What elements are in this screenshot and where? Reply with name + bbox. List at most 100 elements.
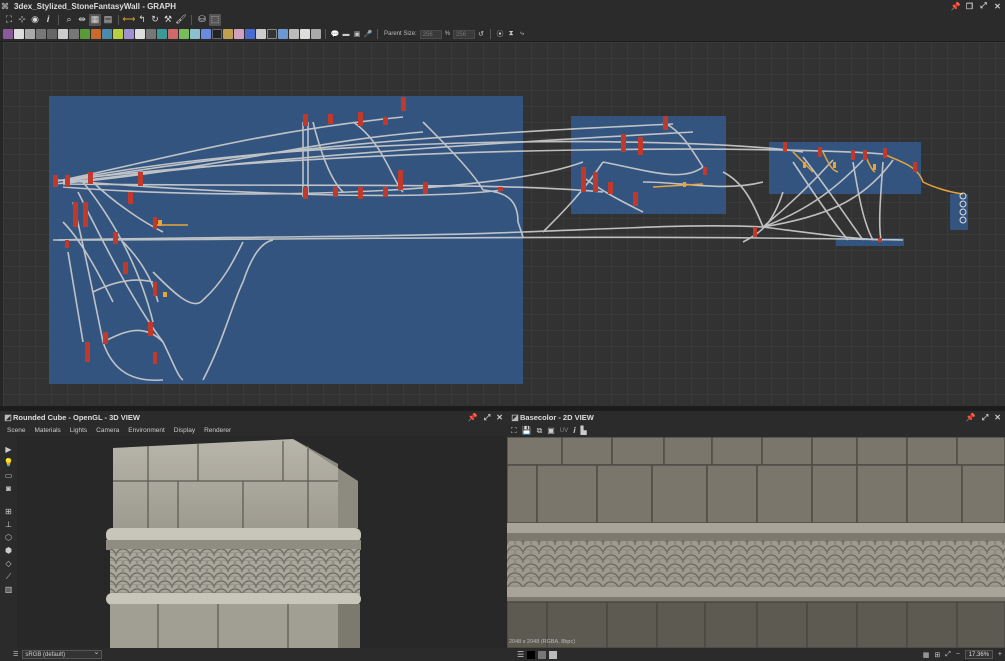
fit-icon[interactable]: ⊹	[16, 14, 28, 26]
close-icon[interactable]: ✕	[994, 413, 1001, 422]
info-icon[interactable]: 𝒊	[573, 426, 575, 436]
frame-all-icon[interactable]: ⛶	[3, 14, 15, 26]
parent-size-height[interactable]: 256	[453, 29, 476, 39]
output-node-icon[interactable]	[212, 29, 222, 39]
mask-node-icon[interactable]	[311, 29, 321, 39]
colorspace-select[interactable]: sRGB (default)	[22, 649, 103, 659]
plane-icon[interactable]: ◇	[3, 558, 14, 569]
input-node-icon[interactable]	[234, 29, 244, 39]
view2d-viewport[interactable]: 2048 x 2048 (RGBA, 8bpc)	[507, 437, 1005, 648]
layers-icon[interactable]: ☰	[13, 651, 18, 658]
channel-rgb-swatch[interactable]	[549, 650, 558, 659]
svg-node-icon[interactable]	[25, 29, 35, 39]
uv-dropdown[interactable]: UV	[560, 428, 568, 434]
paint-icon[interactable]: 🖌	[175, 14, 187, 26]
transform-node-icon[interactable]	[102, 29, 112, 39]
screenshot-icon[interactable]: ◙	[3, 483, 14, 494]
layout-icon[interactable]: ▦	[89, 13, 101, 26]
pixel-node-icon[interactable]	[201, 29, 211, 39]
text-node-icon[interactable]	[223, 29, 233, 39]
link-icon[interactable]: ⟷	[123, 14, 136, 26]
bucket-icon[interactable]: ⛁	[196, 14, 208, 26]
stats-icon[interactable]: ▥	[3, 584, 14, 595]
shuffle-node-icon[interactable]	[47, 29, 57, 39]
zoom-out-icon[interactable]: −	[956, 651, 960, 658]
pin-icon[interactable]: 📌	[966, 413, 976, 422]
display-icon[interactable]: ▣	[547, 426, 555, 435]
disconnect-icon[interactable]: ⧗	[506, 29, 516, 39]
axis-icon[interactable]: ⊥	[3, 519, 14, 530]
restore-icon[interactable]: ❐	[964, 2, 975, 11]
frame-icon[interactable]: ⛶	[511, 426, 517, 436]
tool-icon[interactable]: ⚒	[162, 14, 174, 26]
menu-materials[interactable]: Materials	[34, 427, 60, 434]
curve-node-icon[interactable]	[179, 29, 189, 39]
parent-size-width[interactable]: 256	[419, 29, 442, 39]
layers-icon[interactable]: ☰	[517, 650, 524, 659]
grayscale-node-icon[interactable]	[146, 29, 156, 39]
comment-node-icon[interactable]	[256, 29, 266, 39]
menu-renderer[interactable]: Renderer	[204, 427, 231, 434]
menu-scene[interactable]: Scene	[7, 427, 25, 434]
split-node-icon[interactable]	[300, 29, 310, 39]
gradient-node-icon[interactable]	[80, 29, 90, 39]
search-icon[interactable]: ⌕	[63, 14, 75, 26]
light-icon[interactable]: 💡	[3, 457, 14, 468]
cube-icon[interactable]: ⬡	[3, 532, 14, 543]
zoom-level[interactable]: 17.36%	[964, 650, 993, 659]
maximize-icon[interactable]: ⤢	[484, 413, 490, 423]
align-icon[interactable]: ⇹	[76, 14, 88, 26]
tile-icon[interactable]: ⊞	[934, 651, 940, 659]
blend-node-icon[interactable]	[69, 29, 79, 39]
info-icon[interactable]: 𝒊	[42, 14, 54, 26]
bitmap-node-icon[interactable]	[14, 29, 24, 39]
pin-icon[interactable]: 📌	[468, 413, 478, 422]
menu-camera[interactable]: Camera	[96, 427, 119, 434]
link-symbol[interactable]: %	[445, 31, 450, 37]
reset-icon[interactable]: ↺	[476, 29, 486, 39]
channel-gray-swatch[interactable]	[538, 650, 547, 659]
layer-node-icon[interactable]	[278, 29, 288, 39]
graph-canvas[interactable]	[3, 42, 1005, 406]
frame-icon[interactable]: ⊞	[3, 506, 14, 517]
tile-node-icon[interactable]	[157, 29, 167, 39]
zoom-in-icon[interactable]: +	[998, 651, 1002, 658]
branch-icon[interactable]: ↰	[136, 14, 148, 26]
close-icon[interactable]: ✕	[496, 413, 503, 422]
frame-node-icon[interactable]	[245, 29, 255, 39]
comment-icon[interactable]: 💬	[330, 29, 340, 39]
refresh-icon[interactable]: ↻	[149, 14, 161, 26]
frame-tool-icon[interactable]: ⬚	[209, 13, 221, 26]
pin-node-icon[interactable]	[267, 29, 277, 39]
shortcut-icon[interactable]: ⤷	[517, 29, 527, 39]
camera-icon[interactable]: ▶	[3, 444, 14, 455]
histogram-icon[interactable]: ▙	[580, 426, 586, 435]
grid-icon[interactable]: ▦	[923, 651, 930, 659]
close-icon[interactable]: ✕	[992, 2, 1003, 11]
atomic-node-icon[interactable]	[3, 29, 13, 39]
dual-node-icon[interactable]	[289, 29, 299, 39]
fill-node-icon[interactable]	[58, 29, 68, 39]
hsl-node-icon[interactable]	[124, 29, 134, 39]
levels-node-icon[interactable]	[113, 29, 123, 39]
menu-environment[interactable]: Environment	[128, 427, 165, 434]
publish-icon[interactable]: ▣	[352, 29, 362, 39]
save-icon[interactable]: 💾	[522, 426, 532, 435]
noise-node-icon[interactable]	[168, 29, 178, 39]
warp-node-icon[interactable]	[91, 29, 101, 39]
channel-black-swatch[interactable]	[527, 650, 536, 659]
copy-icon[interactable]: ⧉	[537, 426, 543, 436]
fx-node-icon[interactable]	[190, 29, 200, 39]
normal-node-icon[interactable]	[135, 29, 145, 39]
menu-display[interactable]: Display	[174, 427, 195, 434]
lamp-icon[interactable]: ⟋	[3, 571, 14, 582]
environment-icon[interactable]: ▭	[3, 470, 14, 481]
connect-icon[interactable]: ⦿	[495, 29, 505, 39]
microphone-icon[interactable]: 🎤	[363, 29, 373, 39]
fit-icon[interactable]: ⤢	[945, 651, 951, 659]
grid-icon[interactable]: ▤	[102, 14, 114, 26]
camera-icon[interactable]: ◉	[29, 14, 41, 26]
pin-icon[interactable]: ▬	[341, 29, 351, 39]
menu-lights[interactable]: Lights	[70, 427, 87, 434]
wire-cube-icon[interactable]: ⬢	[3, 545, 14, 556]
